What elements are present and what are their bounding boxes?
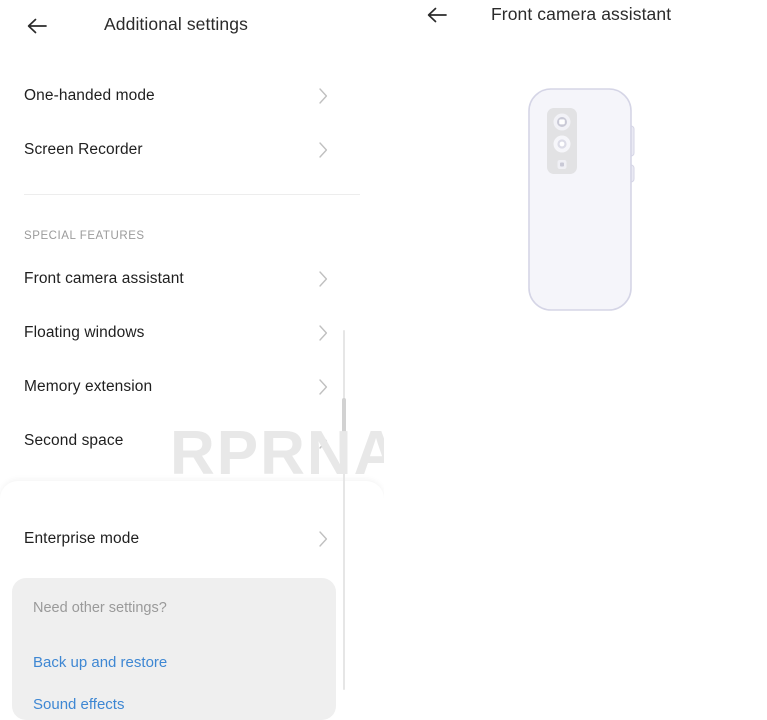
right-appbar: Front camera assistant <box>384 0 767 52</box>
page-title: Additional settings <box>104 14 248 34</box>
list-item-label: Front camera assistant <box>24 270 184 287</box>
left-screen-additional-settings: Additional settings One-handed mode Scre… <box>0 0 384 720</box>
list-item-label: Memory extension <box>24 378 153 395</box>
list-item-enterprise-mode[interactable]: Enterprise mode <box>0 512 384 566</box>
vertical-scrollbar-track[interactable] <box>343 330 345 690</box>
arrow-left-icon[interactable] <box>424 2 450 28</box>
list-item-second-space[interactable]: Second space <box>0 414 384 468</box>
list-item-label: One-handed mode <box>24 87 155 104</box>
list-item-memory-extension[interactable]: Memory extension <box>0 360 384 414</box>
list-item-one-handed-mode[interactable]: One-handed mode <box>0 69 384 123</box>
phone-rear-camera-illustration <box>523 86 641 313</box>
arrow-left-icon[interactable] <box>24 13 50 39</box>
list-item-floating-windows[interactable]: Floating windows <box>0 306 384 360</box>
link-sound-effects[interactable]: Sound effects <box>33 696 124 713</box>
list-divider <box>24 194 360 195</box>
list-item-front-camera-assistant[interactable]: Front camera assistant <box>0 252 384 306</box>
link-back-up-and-restore[interactable]: Back up and restore <box>33 654 167 671</box>
vertical-scrollbar-thumb[interactable] <box>342 398 346 462</box>
need-other-settings-card: Need other settings? Back up and restore… <box>12 578 336 720</box>
bottom-sheet-card: Enterprise mode Need other settings? Bac… <box>0 481 384 720</box>
section-header-special-features: SPECIAL FEATURES <box>24 230 145 242</box>
chevron-right-icon <box>319 142 328 158</box>
list-item-label: Enterprise mode <box>24 530 140 547</box>
page-title: Front camera assistant <box>491 4 672 24</box>
list-item-label: Second space <box>24 432 124 449</box>
dual-screenshot-container: Additional settings One-handed mode Scre… <box>0 0 767 720</box>
chevron-right-icon <box>319 433 328 449</box>
chevron-right-icon <box>319 271 328 287</box>
list-item-label: Screen Recorder <box>24 141 143 158</box>
chevron-right-icon <box>319 531 328 547</box>
chevron-right-icon <box>319 325 328 341</box>
chevron-right-icon <box>319 88 328 104</box>
list-item-screen-recorder[interactable]: Screen Recorder <box>0 123 384 177</box>
right-screen-front-camera-assistant: Front camera assistant <box>384 0 767 720</box>
left-appbar: Additional settings <box>0 0 384 52</box>
list-item-label: Floating windows <box>24 324 145 341</box>
card-title: Need other settings? <box>33 600 167 616</box>
chevron-right-icon <box>319 379 328 395</box>
